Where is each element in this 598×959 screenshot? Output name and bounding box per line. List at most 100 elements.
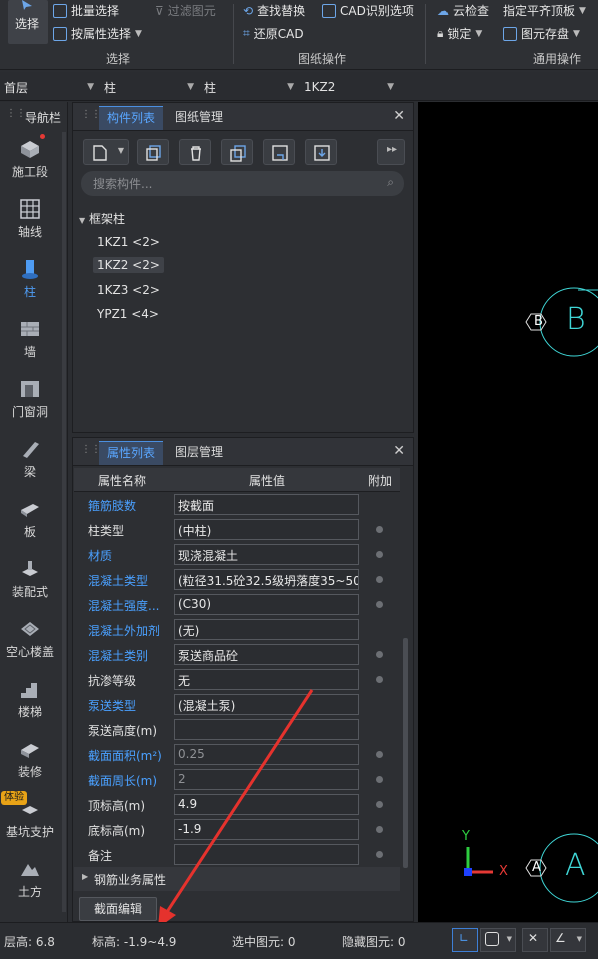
category-select[interactable]: 柱 ▼ [100,76,198,98]
extra-checkbox[interactable] [376,576,383,583]
property-row[interactable]: 截面周长(m) 2 [74,767,400,792]
copy-component-button[interactable] [137,139,169,165]
tree-item-1kz3[interactable]: 1KZ3 <2> [97,283,160,297]
property-row[interactable]: 箍筋肢数 按截面 [74,492,400,517]
property-value-field[interactable]: 现浇混凝土 [174,544,359,565]
tree-item-1kz2[interactable]: 1KZ2 <2> [93,257,164,273]
nav-item-stairs[interactable]: 楼梯 [0,678,60,720]
property-value-field[interactable]: (C30) [174,594,359,615]
extra-checkbox[interactable] [376,801,383,808]
extra-checkbox[interactable] [376,651,383,658]
property-row[interactable]: 抗渗等级 无 [74,667,400,692]
property-row[interactable]: 混凝土类型 (粒径31.5砼32.5级坍落度35~50) [74,567,400,592]
property-value-field[interactable]: 0.25 [174,744,359,765]
property-value-field[interactable]: 按截面 [174,494,359,515]
attr-select-button[interactable]: 按属性选择 ▼ [53,25,142,42]
tab-property-list[interactable]: 属性列表 [99,441,164,465]
property-value-field[interactable] [174,719,359,740]
snap-mode-button[interactable]: ▼ [480,928,516,952]
extra-checkbox[interactable] [376,676,383,683]
nav-item-wall[interactable]: 墙 [0,318,60,360]
property-value-field[interactable]: 无 [174,669,359,690]
tab-drawing-management[interactable]: 图纸管理 [167,106,231,130]
nav-item-earthwork[interactable]: 土方 [0,858,60,900]
property-value-field[interactable]: 4.9 [174,794,359,815]
property-value-field[interactable]: (混凝土泵) [174,694,359,715]
align-top-button[interactable]: 指定平齐顶板 ▼ [503,2,586,19]
property-row[interactable]: 泵送高度(m) [74,717,400,742]
property-value-field[interactable]: -1.9 [174,819,359,840]
drag-handle-icon[interactable]: ⋮⋮ [81,109,101,120]
floor-select[interactable]: 首层 ▼ [0,76,98,98]
new-component-button[interactable]: ▼ [83,139,129,165]
extra-checkbox[interactable] [376,751,383,758]
extra-checkbox[interactable] [376,601,383,608]
import-template-button[interactable] [305,139,337,165]
component-search[interactable]: ⌕ [81,171,404,196]
batch-select-button[interactable]: 批量选择 [53,2,119,19]
drawing-canvas[interactable]: B B A A Y X [418,102,598,922]
type-select[interactable]: 柱 ▼ [200,76,298,98]
property-value-field[interactable]: (无) [174,619,359,640]
search-icon[interactable]: ⌕ [387,175,394,190]
select-button[interactable]: 选择 [8,0,48,44]
nav-item-axis[interactable]: 轴线 [0,198,60,240]
cad-options-button[interactable]: CAD识别选项 [322,2,414,19]
property-row[interactable]: 柱类型 (中柱) [74,517,400,542]
extra-checkbox[interactable] [376,526,383,533]
drag-handle-icon[interactable]: ⋮⋮ [81,444,101,455]
save-elements-button[interactable]: 图元存盘 ▼ [503,25,580,42]
property-scrollbar[interactable] [403,638,408,868]
extra-checkbox[interactable] [376,776,383,783]
property-value-field[interactable] [174,844,359,865]
property-row[interactable]: 泵送类型 (混凝土泵) [74,692,400,717]
filter-elements-button[interactable]: ⊽ 过滤图元 [155,2,216,19]
component-select[interactable]: 1KZ2 ▼ [300,76,398,98]
close-icon[interactable]: ✕ [393,108,405,124]
property-value-field[interactable]: (粒径31.5砼32.5级坍落度35~50) [174,569,359,590]
tab-layer-management[interactable]: 图层管理 [167,441,231,465]
property-row[interactable]: 混凝土强度... (C30) [74,592,400,617]
navbar-scrollbar[interactable] [62,132,66,912]
property-row[interactable]: 材质 现浇混凝土 [74,542,400,567]
property-row[interactable]: 备注 [74,842,400,867]
extra-checkbox[interactable] [376,551,383,558]
nav-item-door-window[interactable]: 门窗洞 [0,378,60,420]
restore-cad-button[interactable]: ⌗ 还原CAD [243,25,304,42]
property-value-field[interactable]: (中柱) [174,519,359,540]
property-row[interactable]: 混凝土类别 泵送商品砼 [74,642,400,667]
nav-item-beam[interactable]: 梁 [0,438,60,480]
lock-button[interactable]: 🔒︎ 锁定 ▼ [437,25,482,42]
drag-handle-icon[interactable]: ⋮⋮ [6,108,26,119]
nav-item-decoration[interactable]: 装修 [0,738,60,780]
property-row[interactable]: 底标高(m) -1.9 [74,817,400,842]
nav-item-prefab[interactable]: 装配式 [0,558,60,600]
property-value-field[interactable]: 2 [174,769,359,790]
section-edit-button[interactable]: 截面编辑 [79,897,157,921]
nav-item-slab[interactable]: 板 [0,498,60,540]
orthogonal-mode-button[interactable]: ∟ [452,928,478,952]
property-value-field[interactable]: 泵送商品砼 [174,644,359,665]
cloud-check-button[interactable]: ☁ 云检查 [437,2,489,19]
steel-business-properties-row[interactable]: ▶ 钢筋业务属性 [74,867,400,891]
nav-item-column[interactable]: 柱 [0,258,60,300]
close-icon[interactable]: ✕ [393,443,405,459]
angle-mode-button[interactable]: ∠ ▼ [550,928,586,952]
property-row[interactable]: 顶标高(m) 4.9 [74,792,400,817]
save-template-button[interactable] [263,139,295,165]
delete-component-button[interactable] [179,139,211,165]
tree-group-frame-column[interactable]: ▼ 框架柱 [79,210,125,227]
cross-select-button[interactable]: ✕ [522,928,548,952]
tree-item-ypz1[interactable]: YPZ1 <4> [97,307,159,321]
find-replace-button[interactable]: ⟲ 查找替换 [243,2,305,19]
nav-item-construction-segment[interactable]: 施工段 [0,138,60,180]
expand-toolbar-button[interactable]: ▸▸ [377,139,405,165]
nav-item-hollow-floor[interactable]: 空心楼盖 [0,618,60,660]
property-row[interactable]: 混凝土外加剂 (无) [74,617,400,642]
property-row[interactable]: 截面面积(m²) 0.25 [74,742,400,767]
search-input[interactable] [93,171,373,196]
layer-copy-button[interactable] [221,139,253,165]
extra-checkbox[interactable] [376,851,383,858]
tab-component-list[interactable]: 构件列表 [99,106,164,130]
extra-checkbox[interactable] [376,826,383,833]
